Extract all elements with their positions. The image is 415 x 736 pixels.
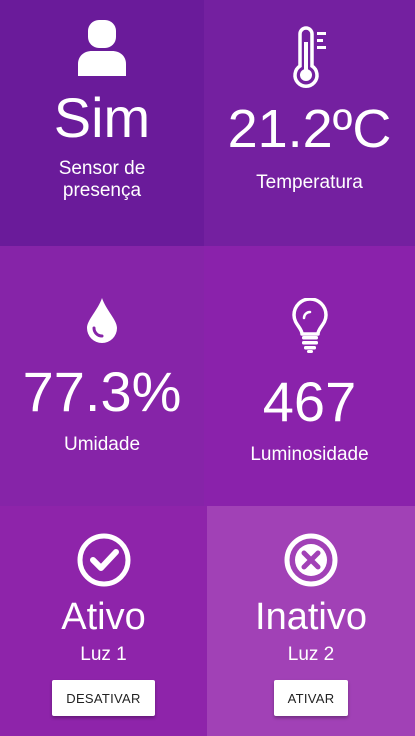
check-circle-icon	[77, 533, 130, 587]
temperature-tile: 21.2ºC Temperatura	[204, 0, 415, 246]
temperature-value: 21.2ºC	[227, 99, 392, 159]
luminosity-value: 467	[262, 370, 357, 433]
presence-value: Sim	[53, 86, 151, 149]
humidity-tile: 77.3% Umidade	[0, 246, 204, 506]
light1-label: Luz 1	[80, 644, 127, 665]
close-circle-icon	[284, 533, 338, 587]
lightbulb-icon	[291, 298, 328, 353]
light2-label: Luz 2	[287, 644, 335, 665]
humidity-value: 77.3%	[22, 360, 182, 423]
thermometer-icon	[292, 26, 326, 88]
user-icon	[78, 20, 126, 76]
light2-status: Inativo	[255, 596, 367, 638]
deactivate-light1-button[interactable]: DESATIVAR	[52, 680, 155, 716]
light2-tile: Inativo Luz 2 ATIVAR	[207, 506, 415, 736]
activate-light2-button[interactable]: ATIVAR	[273, 680, 349, 716]
light1-tile: Ativo Luz 1 DESATIVAR	[0, 506, 207, 736]
humidity-label: Umidade	[63, 434, 141, 455]
luminosity-tile: 467 Luminosidade	[204, 246, 415, 506]
dashboard-grid: Sim Sensor de presença 21.2ºC Temperatur…	[0, 0, 415, 736]
water-drop-icon	[87, 298, 117, 343]
luminosity-label: Luminosidade	[250, 444, 369, 465]
presence-label: Sensor de presença	[58, 158, 146, 201]
light1-status: Ativo	[61, 596, 146, 638]
temperature-label: Temperatura	[256, 172, 363, 193]
presence-tile: Sim Sensor de presença	[0, 0, 204, 246]
